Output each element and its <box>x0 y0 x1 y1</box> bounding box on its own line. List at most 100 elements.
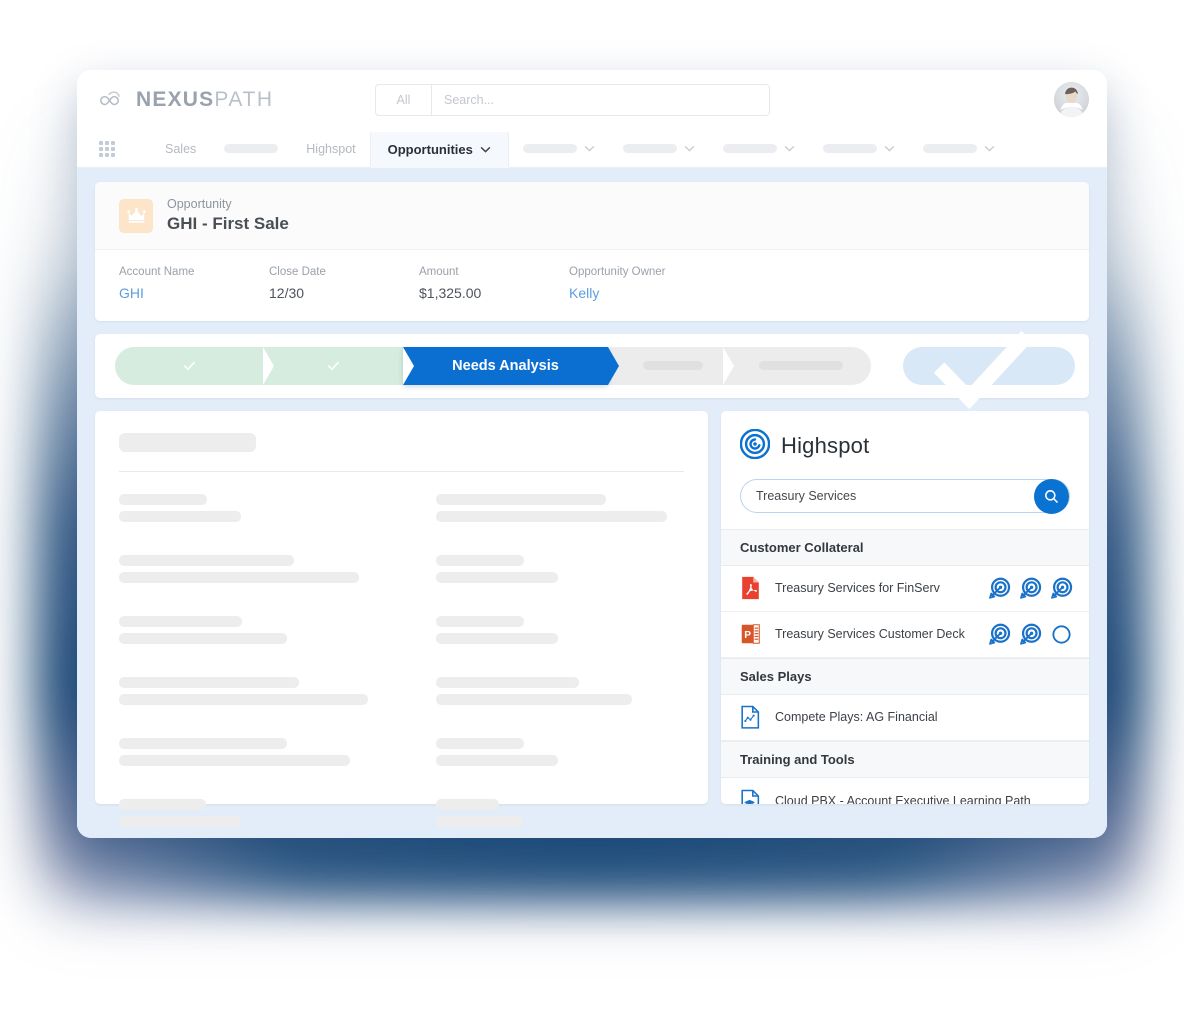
page-title: GHI - First Sale <box>167 214 289 234</box>
nav-item-opportunities[interactable]: Opportunities <box>369 130 509 168</box>
page-body: Opportunity GHI - First Sale Account Nam… <box>77 168 1107 838</box>
nav-item-label: Sales <box>165 141 197 156</box>
field-value: 12/30 <box>269 284 305 301</box>
list-item[interactable]: Cloud PBX - Account Executive Learning P… <box>721 777 1089 804</box>
skeleton-field <box>436 676 684 705</box>
list-item-label: Compete Plays: AG Financial <box>775 710 938 725</box>
spot-rating[interactable] <box>988 577 1073 600</box>
search-scope-selector[interactable]: All <box>376 85 432 115</box>
highspot-brand: Highspot <box>739 428 1070 464</box>
field-amount: Amount $1,325.00 <box>419 263 569 304</box>
spot-filled-icon[interactable] <box>988 577 1011 600</box>
skeleton-field <box>436 737 684 766</box>
chevron-down-icon <box>480 146 491 153</box>
record-header-top: Opportunity GHI - First Sale <box>95 182 1089 251</box>
highspot-section-header: Sales Plays <box>721 657 1089 695</box>
chevron-down-icon <box>884 145 895 152</box>
infinity-cloud-logo-icon <box>99 89 129 111</box>
list-item[interactable]: Treasury Services for FinServ <box>721 565 1089 612</box>
skeleton-field <box>436 554 684 583</box>
spot-filled-icon[interactable] <box>1019 623 1042 646</box>
nav-item-label: Highspot <box>306 141 356 156</box>
list-item-label: Cloud PBX - Account Executive Learning P… <box>775 793 1031 804</box>
highspot-search-button[interactable] <box>1034 478 1069 514</box>
nav-placeholder-bar <box>224 144 279 153</box>
powerpoint-file-icon: P <box>740 622 761 646</box>
spot-filled-icon[interactable] <box>1019 577 1042 600</box>
search-input[interactable] <box>432 85 769 115</box>
path-step-1-completed[interactable] <box>115 346 274 385</box>
highspot-panel: Highspot Customer Collateral <box>721 410 1089 804</box>
nav-item-placeholder-3[interactable] <box>609 130 709 167</box>
spot-filled-icon[interactable] <box>1050 577 1073 600</box>
field-value[interactable]: GHI <box>119 283 269 304</box>
path-final-step[interactable] <box>903 330 1075 409</box>
sales-path: Needs Analysis <box>95 330 1089 409</box>
avatar-image <box>1054 82 1089 117</box>
field-value[interactable]: Kelly <box>569 283 769 304</box>
skeleton-field <box>436 615 684 644</box>
highspot-target-logo-icon <box>739 428 771 464</box>
path-step-5-upcoming[interactable] <box>723 346 871 385</box>
path-step-4-upcoming[interactable] <box>608 346 734 385</box>
path-steps: Needs Analysis <box>115 330 1075 409</box>
app-logo[interactable]: NEXUSPATH <box>99 88 274 112</box>
skeleton-field <box>436 798 684 827</box>
field-close-date: Close Date 12/30 <box>269 263 419 304</box>
training-doc-icon <box>740 789 761 804</box>
record-detail-panel <box>95 410 708 827</box>
content-split: Highspot Customer Collateral <box>95 410 1089 827</box>
list-item-label: Treasury Services for FinServ <box>775 581 940 596</box>
browser-window: NEXUSPATH All Search... Sales Highspot O… <box>77 70 1107 838</box>
svg-text:P: P <box>744 630 751 641</box>
spot-rating[interactable] <box>988 623 1073 646</box>
skeleton-field <box>119 554 368 583</box>
path-step-3-active[interactable]: Needs Analysis <box>403 346 619 385</box>
chevron-down-icon <box>684 145 695 152</box>
field-account-name: Account Name GHI <box>119 263 269 304</box>
search-icon <box>1045 489 1059 503</box>
nav-item-placeholder-5[interactable] <box>809 130 909 167</box>
list-item[interactable]: P Treasury Services Customer Deck <box>721 611 1089 658</box>
highspot-title: Highspot <box>781 433 870 459</box>
check-icon <box>327 361 339 371</box>
nav-bar: Sales Highspot Opportunities <box>77 130 1107 168</box>
skeleton-field <box>119 798 368 827</box>
nav-placeholder-bar <box>722 144 777 153</box>
list-item[interactable]: Compete Plays: AG Financial <box>721 694 1089 741</box>
nav-placeholder-bar <box>822 144 877 153</box>
path-step-2-completed[interactable] <box>263 346 414 385</box>
nav-item-placeholder-2[interactable] <box>509 130 609 167</box>
screenshot-stage: NEXUSPATH All Search... Sales Highspot O… <box>0 0 1184 1019</box>
nav-item-highspot[interactable]: Highspot <box>292 130 369 167</box>
field-label: Amount <box>419 266 459 279</box>
nav-item-placeholder-4[interactable] <box>709 130 809 167</box>
global-search[interactable]: All <box>375 84 770 116</box>
spot-filled-icon[interactable] <box>988 623 1011 646</box>
nav-placeholder-bar <box>622 144 677 153</box>
highspot-search[interactable] <box>740 478 1070 514</box>
play-doc-icon <box>740 705 761 729</box>
field-label: Opportunity Owner <box>569 266 666 279</box>
pdf-file-icon <box>740 576 761 600</box>
nav-item-placeholder-1[interactable] <box>210 130 292 167</box>
highspot-search-input[interactable] <box>756 488 1025 503</box>
record-type-label: Opportunity <box>167 197 232 211</box>
avatar[interactable] <box>1054 82 1089 117</box>
skeleton-field <box>119 493 368 522</box>
spot-empty-icon[interactable] <box>1050 623 1073 646</box>
skeleton-field <box>436 493 684 522</box>
field-label: Account Name <box>119 266 195 279</box>
field-opportunity-owner: Opportunity Owner Kelly <box>569 263 769 304</box>
skeleton-field <box>119 737 368 766</box>
check-icon <box>933 330 1033 409</box>
waffle-grid-icon[interactable] <box>99 140 125 157</box>
skeleton-field-grid <box>119 493 684 827</box>
skeleton-title-bar <box>119 432 256 452</box>
nav-item-label: Opportunities <box>387 141 473 157</box>
app-header: NEXUSPATH All <box>77 70 1107 130</box>
nav-item-sales[interactable]: Sales <box>151 130 210 167</box>
nav-placeholder-bar <box>522 144 577 153</box>
highspot-section-header: Training and Tools <box>721 740 1089 778</box>
nav-item-placeholder-6[interactable] <box>909 130 1009 167</box>
